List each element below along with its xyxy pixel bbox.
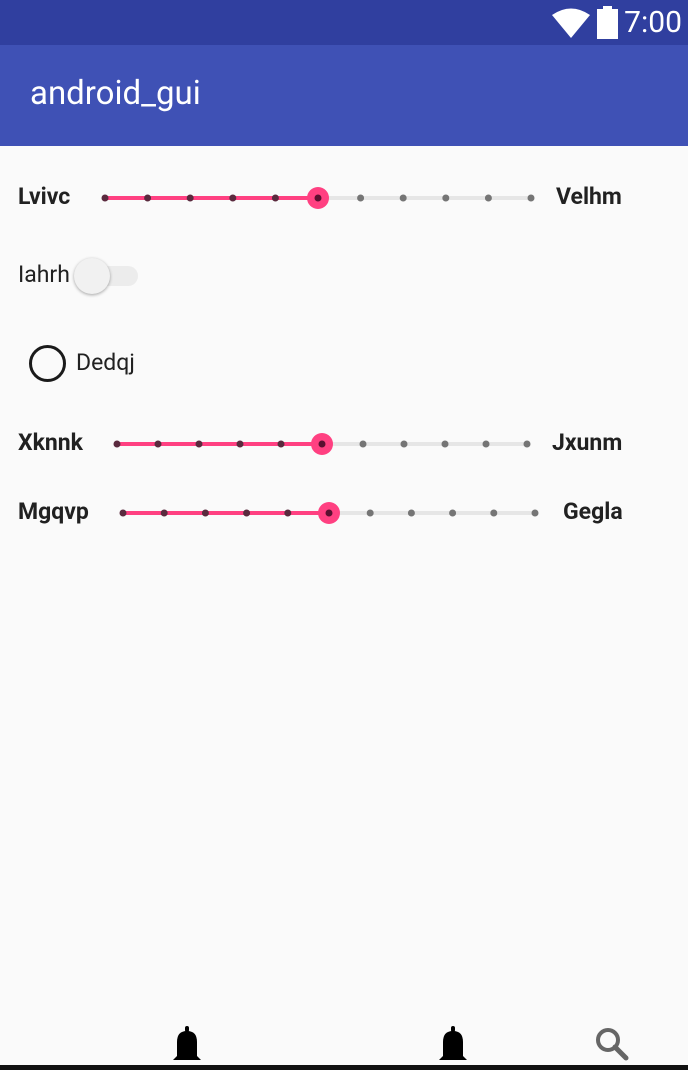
slider-tick	[449, 509, 457, 517]
slider-1[interactable]	[96, 182, 540, 214]
slider-3[interactable]	[114, 497, 544, 529]
slider-tick	[523, 440, 531, 448]
slider-tick	[101, 194, 109, 202]
slider-tick	[284, 509, 292, 517]
slider-tick	[366, 509, 374, 517]
slider-tick	[442, 194, 450, 202]
wifi-icon	[552, 8, 590, 38]
bell-icon[interactable]	[171, 1026, 203, 1066]
slider-tick	[195, 440, 203, 448]
slider-1-left-label: Lvivc	[18, 183, 71, 210]
slider-tick	[119, 509, 127, 517]
switch-thumb	[74, 258, 110, 294]
slider-tick	[400, 440, 408, 448]
slider-tick	[527, 194, 535, 202]
switch-label: Iahrh	[18, 261, 70, 288]
radio-label[interactable]: Dedqj	[76, 348, 135, 378]
slider-tick	[144, 194, 152, 202]
slider-thumb-tick	[318, 440, 326, 448]
slider-tick	[113, 440, 121, 448]
radio-button[interactable]	[28, 344, 66, 382]
slider-tick	[441, 440, 449, 448]
slider-tick	[186, 194, 194, 202]
bottom-edge	[0, 1065, 688, 1070]
slider-tick	[357, 194, 365, 202]
slider-tick	[271, 194, 279, 202]
slider-tick	[201, 509, 209, 517]
app-title: android_gui	[30, 74, 201, 113]
slider-tick	[484, 194, 492, 202]
slider-2[interactable]	[108, 428, 536, 460]
slider-tick	[490, 509, 498, 517]
search-icon[interactable]	[594, 1026, 630, 1062]
slider-tick	[359, 440, 367, 448]
slider-tick	[277, 440, 285, 448]
status-bar: 7:00	[0, 0, 688, 45]
slider-tick	[243, 509, 251, 517]
slider-3-left-label: Mgqvp	[18, 498, 89, 525]
content-area: Lvivc Velhm Iahrh Dedqj Xknnk Jxunm Mgqv…	[0, 146, 688, 1036]
slider-tick	[407, 509, 415, 517]
app-bar: android_gui	[0, 45, 688, 146]
bell-icon[interactable]	[437, 1026, 469, 1066]
slider-thumb-tick	[325, 509, 333, 517]
slider-tick	[531, 509, 539, 517]
slider-tick	[154, 440, 162, 448]
slider-thumb-tick	[314, 194, 322, 202]
slider-tick	[160, 509, 168, 517]
slider-tick	[229, 194, 237, 202]
slider-2-left-label: Xknnk	[18, 429, 83, 456]
status-time: 7:00	[624, 5, 682, 40]
slider-3-right-label: Gegla	[563, 498, 623, 525]
battery-icon	[597, 6, 618, 39]
slider-tick	[399, 194, 407, 202]
slider-tick	[236, 440, 244, 448]
bottom-navigation	[0, 1020, 688, 1070]
slider-2-right-label: Jxunm	[552, 429, 623, 456]
slider-1-right-label: Velhm	[556, 183, 622, 210]
switch-toggle[interactable]	[72, 254, 142, 298]
slider-tick	[482, 440, 490, 448]
radio-ring	[29, 345, 66, 382]
